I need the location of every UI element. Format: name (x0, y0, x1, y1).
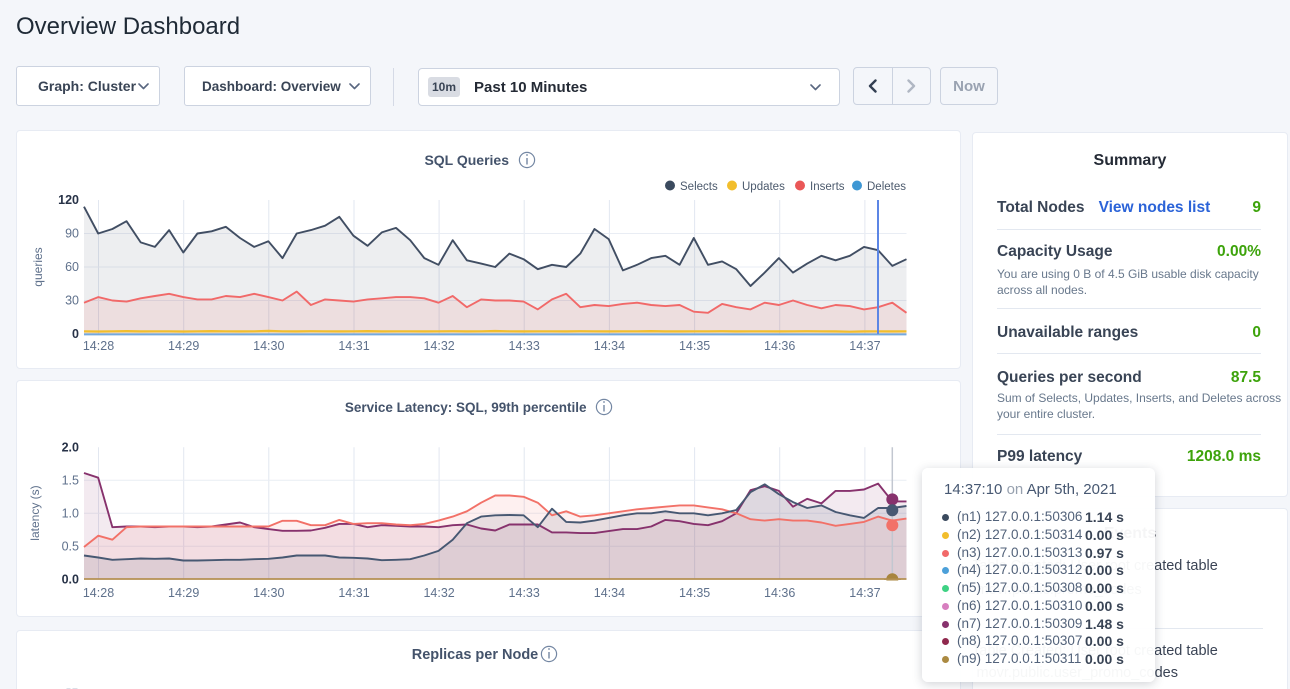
svg-text:14:33: 14:33 (509, 586, 540, 600)
svg-text:1.5: 1.5 (62, 474, 79, 488)
svg-text:14:31: 14:31 (338, 339, 369, 353)
svg-text:14:37: 14:37 (849, 586, 880, 600)
svg-text:0: 0 (72, 327, 79, 341)
svg-text:14:31: 14:31 (338, 586, 369, 600)
svg-text:latency (s): latency (s) (28, 485, 42, 540)
svg-text:14:35: 14:35 (679, 339, 710, 353)
svg-text:60: 60 (65, 260, 79, 274)
svg-text:14:29: 14:29 (168, 339, 199, 353)
svg-text:30: 30 (65, 294, 79, 308)
svg-text:14:37: 14:37 (849, 339, 880, 353)
svg-text:Inserts: Inserts (810, 181, 845, 193)
svg-text:120: 120 (58, 193, 79, 207)
svg-text:14:35: 14:35 (679, 586, 710, 600)
svg-text:Deletes: Deletes (867, 181, 906, 193)
svg-text:14:28: 14:28 (83, 339, 114, 353)
svg-text:Replicas per Node: Replicas per Node (412, 647, 539, 663)
svg-text:queries: queries (31, 247, 45, 286)
svg-text:14:33: 14:33 (509, 339, 540, 353)
svg-text:Selects: Selects (680, 181, 718, 193)
svg-text:0.5: 0.5 (62, 540, 79, 554)
svg-text:14:32: 14:32 (423, 586, 454, 600)
svg-text:14:34: 14:34 (594, 586, 625, 600)
svg-text:14:30: 14:30 (253, 339, 284, 353)
svg-text:1.0: 1.0 (62, 507, 79, 521)
svg-text:2.0: 2.0 (62, 441, 79, 455)
svg-text:Service Latency: SQL, 99th per: Service Latency: SQL, 99th percentile (345, 400, 587, 415)
svg-text:Updates: Updates (742, 181, 785, 193)
svg-text:14:34: 14:34 (594, 339, 625, 353)
svg-text:14:30: 14:30 (253, 586, 284, 600)
svg-text:14:36: 14:36 (764, 586, 795, 600)
svg-text:14:36: 14:36 (764, 339, 795, 353)
svg-text:0.0: 0.0 (62, 573, 79, 587)
svg-text:SQL Queries: SQL Queries (424, 152, 509, 168)
svg-text:14:29: 14:29 (168, 586, 199, 600)
svg-text:14:32: 14:32 (423, 339, 454, 353)
svg-text:90: 90 (65, 227, 79, 241)
svg-text:14:28: 14:28 (83, 586, 114, 600)
